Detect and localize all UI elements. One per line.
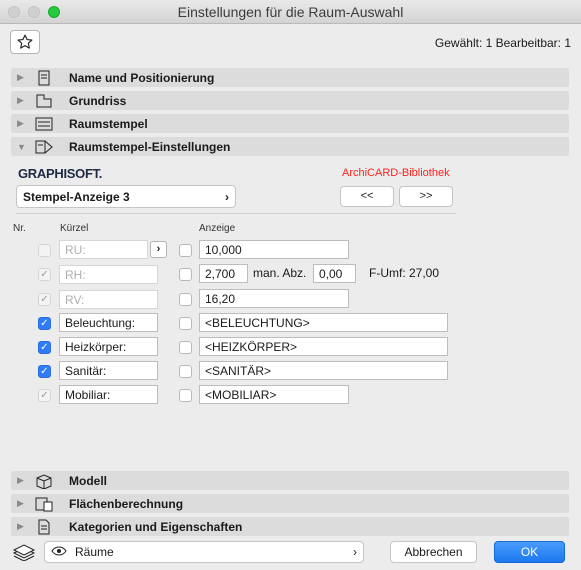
- expand-arrow-icon: ▶: [17, 498, 24, 508]
- display-field[interactable]: <BELEUCHTUNG>: [199, 313, 448, 332]
- section-label: Kategorien und Eigenschaften: [69, 519, 243, 534]
- section-flaechen[interactable]: ▶ Flächenberechnung: [11, 494, 569, 513]
- section-raumstempel[interactable]: ▶ Raumstempel: [11, 114, 569, 133]
- expand-arrow-icon: ▶: [17, 521, 24, 531]
- row-checkbox[interactable]: ✓: [38, 317, 51, 330]
- library-label: ArchiCARD-Bibliothek: [342, 167, 450, 179]
- column-header-nr: Nr.: [13, 223, 26, 234]
- ok-button[interactable]: OK: [494, 541, 565, 563]
- selection-info: Gewählt: 1 Bearbeitbar: 1: [434, 36, 571, 50]
- display-field[interactable]: 2,700: [199, 264, 248, 283]
- row-checkbox[interactable]: [38, 244, 51, 257]
- stamp-display-select[interactable]: Stempel-Anzeige 3 ›: [16, 185, 236, 208]
- view-select-value: Räume: [75, 545, 114, 559]
- floorplan-icon: [33, 93, 55, 109]
- manual-deduction-field[interactable]: 0,00: [313, 264, 356, 283]
- collapse-arrow-icon: ▼: [17, 141, 26, 152]
- title-bar: Einstellungen für die Raum-Auswahl: [0, 0, 581, 24]
- section-label: Raumstempel: [69, 116, 148, 131]
- abbr-field[interactable]: RV:: [59, 290, 158, 309]
- star-icon: [17, 34, 33, 49]
- name-icon: [33, 70, 55, 86]
- cancel-button[interactable]: Abbrechen: [390, 541, 477, 563]
- display-checkbox[interactable]: [179, 293, 192, 306]
- display-field[interactable]: 16,20: [199, 289, 349, 308]
- eye-icon: [51, 545, 67, 559]
- view-select[interactable]: Räume ›: [44, 541, 364, 563]
- abbr-field[interactable]: Sanitär:: [59, 361, 158, 380]
- chevron-right-icon: ›: [225, 189, 229, 204]
- section-label: Modell: [69, 473, 107, 488]
- section-raumstempel-settings[interactable]: ▼ Raumstempel-Einstellungen: [11, 137, 569, 156]
- section-label: Flächenberechnung: [69, 496, 184, 511]
- expand-arrow-icon: ▶: [17, 95, 24, 105]
- area-icon: [33, 496, 55, 512]
- abbr-field[interactable]: RH:: [59, 265, 158, 284]
- section-kategorien[interactable]: ▶ Kategorien und Eigenschaften: [11, 517, 569, 536]
- categories-icon: [33, 519, 55, 535]
- section-grundriss[interactable]: ▶ Grundriss: [11, 91, 569, 110]
- stamp-display-value: Stempel-Anzeige 3: [23, 189, 130, 204]
- display-checkbox[interactable]: [179, 317, 192, 330]
- display-field[interactable]: <SANITÄR>: [199, 361, 448, 380]
- arrow-button[interactable]: ›: [150, 241, 167, 258]
- display-field[interactable]: <MOBILIAR>: [199, 385, 349, 404]
- section-label: Raumstempel-Einstellungen: [69, 139, 231, 154]
- abbr-field[interactable]: Beleuchtung:: [59, 313, 158, 332]
- layers-icon[interactable]: [11, 543, 37, 562]
- display-checkbox[interactable]: [179, 389, 192, 402]
- manual-deduction-label: man. Abz.: [253, 266, 307, 280]
- next-button[interactable]: >>: [399, 186, 453, 207]
- display-checkbox[interactable]: [179, 341, 192, 354]
- window-title: Einstellungen für die Raum-Auswahl: [177, 4, 404, 20]
- row-checkbox[interactable]: ✓: [38, 293, 51, 306]
- chevron-right-icon: ›: [353, 545, 357, 559]
- column-header-kuerzel: Kürzel: [60, 223, 89, 234]
- display-checkbox[interactable]: [179, 365, 192, 378]
- display-field[interactable]: <HEIZKÖRPER>: [199, 337, 448, 356]
- section-modell[interactable]: ▶ Modell: [11, 471, 569, 490]
- divider: [16, 213, 456, 214]
- stamp-icon: [33, 116, 55, 132]
- abbr-field[interactable]: Heizkörper:: [59, 337, 158, 356]
- perimeter-label: F-Umf: 27,00: [369, 266, 440, 280]
- row-checkbox[interactable]: ✓: [38, 341, 51, 354]
- abbr-field[interactable]: Mobiliar:: [59, 385, 158, 404]
- favorites-button[interactable]: [10, 30, 40, 54]
- row-checkbox[interactable]: ✓: [38, 268, 51, 281]
- row-checkbox[interactable]: ✓: [38, 365, 51, 378]
- graphisoft-logo: GRAPHISOFT.: [18, 166, 103, 181]
- section-label: Grundriss: [69, 93, 127, 108]
- model-icon: [33, 473, 55, 489]
- expand-arrow-icon: ▶: [17, 118, 24, 128]
- expand-arrow-icon: ▶: [17, 475, 24, 485]
- display-checkbox[interactable]: [179, 268, 192, 281]
- section-label: Name und Positionierung: [69, 70, 215, 85]
- abbr-field[interactable]: RU:: [59, 240, 148, 259]
- stamp-settings-icon: [33, 139, 55, 155]
- row-checkbox[interactable]: ✓: [38, 389, 51, 402]
- column-header-anzeige: Anzeige: [199, 223, 236, 234]
- expand-arrow-icon: ▶: [17, 72, 24, 82]
- display-field[interactable]: 10,000: [199, 240, 349, 259]
- display-checkbox[interactable]: [179, 244, 192, 257]
- previous-button[interactable]: <<: [340, 186, 394, 207]
- section-name-positioning[interactable]: ▶ Name und Positionierung: [11, 68, 569, 87]
